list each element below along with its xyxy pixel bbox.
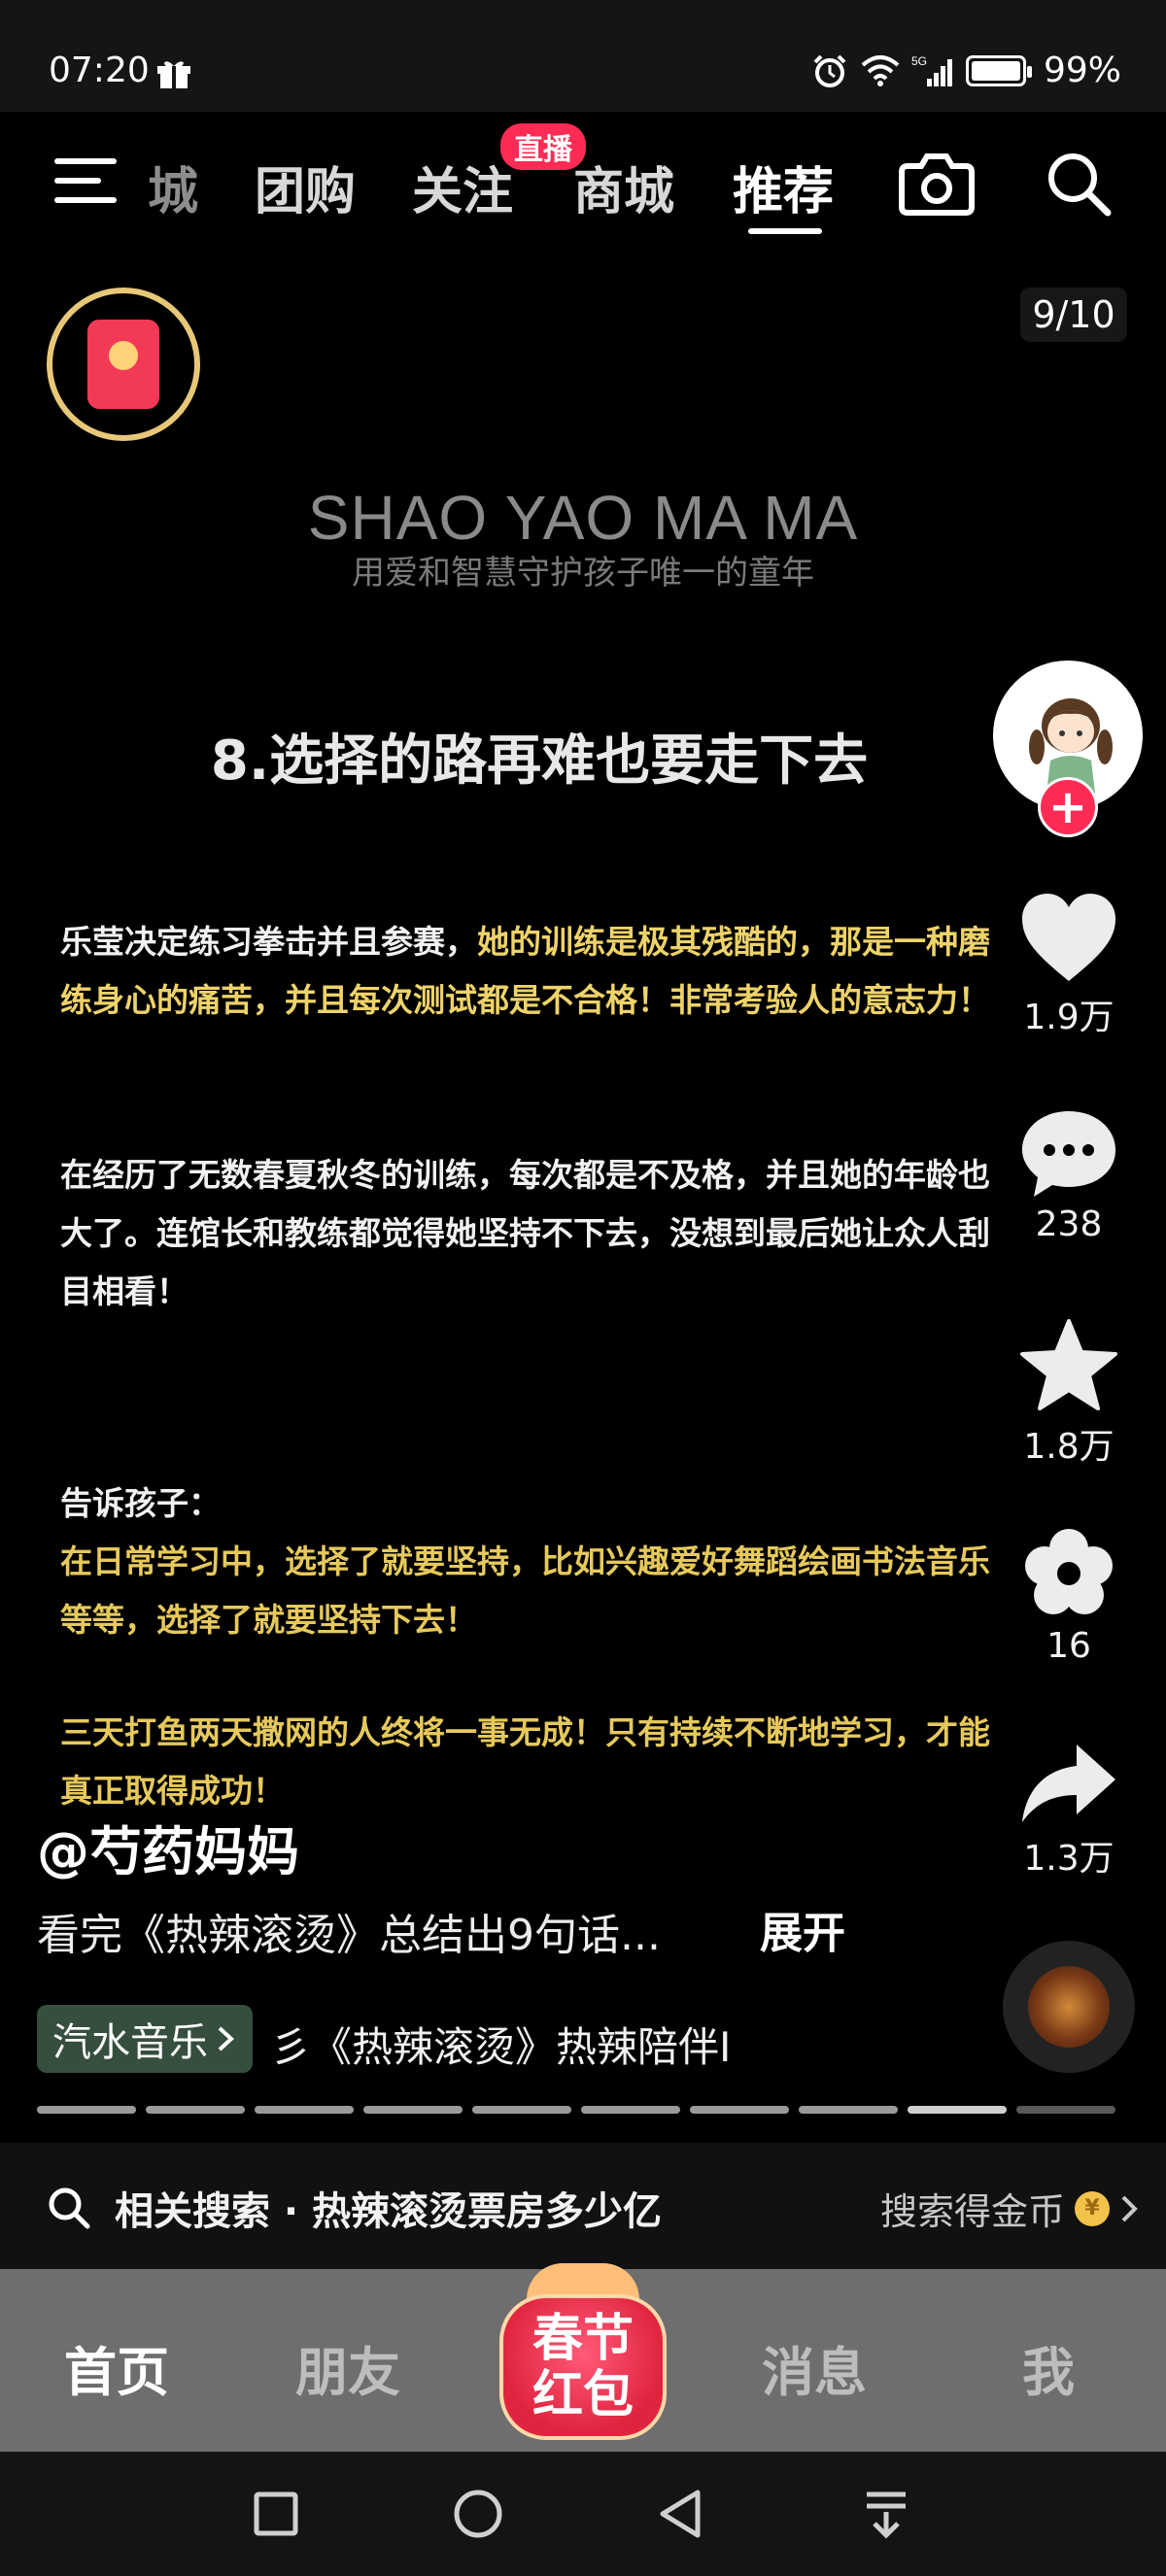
tab-home[interactable]: 首页 <box>64 2329 169 2406</box>
battery-icon <box>965 54 1032 86</box>
music-disc[interactable] <box>1003 1941 1135 2073</box>
paragraph-1-white: 乐莹决定练习拳击并且参赛， <box>60 923 477 961</box>
bottom-tab-bar: 首页 朋友 春节 红包 消息 我 <box>0 2263 1166 2452</box>
comment-button[interactable]: 238 <box>1005 1107 1133 1244</box>
active-tab-underline <box>748 228 822 234</box>
system-nav-bar <box>0 2452 1166 2576</box>
progress-indicator <box>37 2106 1115 2114</box>
tell-kids-body: 在日常学习中，选择了就要坚持，比如兴趣爱好舞蹈绘画书法音乐等等，选择了就要坚持下… <box>60 1542 990 1639</box>
share-count: 1.3万 <box>1023 1839 1115 1879</box>
paragraph-2: 在经历了无数春夏秋冬的训练，每次都是不及格，并且她的年龄也大了。连馆长和教练都觉… <box>60 1156 990 1310</box>
follow-plus-button[interactable]: + <box>1038 777 1098 837</box>
signal-icon: 5G <box>911 54 952 86</box>
video-heading: 8.选择的路再难也要走下去 <box>210 729 869 793</box>
search-icon <box>49 2187 90 2229</box>
music-marquee: 彡《热辣滚烫》热辣陪伴I <box>270 2023 732 2071</box>
status-right: 5G 99% <box>810 51 1121 90</box>
music-cover <box>1028 1966 1110 2048</box>
paragraph-1: 乐莹决定练习拳击并且参赛，她的训练是极其残酷的，那是一种磨练身心的痛苦，并且每次… <box>60 913 1003 1030</box>
status-time: 07:20 <box>49 51 150 90</box>
notification-pull-icon[interactable] <box>859 2487 913 2541</box>
related-search-text: 相关搜索 · 热辣滚烫票房多少亿 <box>115 2189 663 2234</box>
tab-mall[interactable]: 商城 <box>573 151 674 223</box>
comment-count: 238 <box>1035 1204 1103 1244</box>
search-coins-label: 搜索得金币 <box>879 2190 1065 2233</box>
favorite-count: 1.8万 <box>1023 1427 1115 1467</box>
flower-icon <box>1025 1529 1113 1614</box>
tab-partial[interactable]: 城 <box>148 151 202 223</box>
flower-count: 16 <box>1046 1626 1091 1666</box>
tab-messages[interactable]: 消息 <box>762 2329 867 2406</box>
progress-segment <box>799 2106 898 2114</box>
progress-segment <box>146 2106 245 2114</box>
video-caption: 看完《热辣滚烫》总结出9句话... <box>37 1911 661 1960</box>
progress-segment <box>37 2106 136 2114</box>
menu-icon[interactable] <box>54 158 119 211</box>
back-triangle-icon[interactable] <box>653 2487 707 2541</box>
music-tag-label: 汽水音乐 <box>52 2020 208 2065</box>
tab-friends[interactable]: 朋友 <box>295 2329 400 2406</box>
home-circle-icon[interactable] <box>451 2487 505 2541</box>
music-tag[interactable]: 汽水音乐 <box>37 2005 253 2073</box>
related-search-bar[interactable]: 相关搜索 · 热辣滚烫票房多少亿 搜索得金币 ¥ <box>0 2143 1166 2269</box>
recent-apps-icon[interactable] <box>249 2487 303 2541</box>
page-counter: 9/10 <box>1020 288 1127 342</box>
closing-paragraph: 三天打鱼两天撒网的人终将一事无成！只有持续不断地学习，才能真正取得成功！ <box>60 1713 990 1810</box>
like-button[interactable]: 1.9万 <box>1005 892 1133 1039</box>
favorite-button[interactable]: 1.8万 <box>1005 1317 1133 1469</box>
progress-segment <box>1016 2106 1115 2114</box>
tab-recommend[interactable]: 推荐 <box>733 151 834 223</box>
flower-button[interactable]: 16 <box>1005 1525 1133 1666</box>
camera-icon[interactable] <box>898 147 976 219</box>
search-icon[interactable] <box>1044 149 1114 219</box>
progress-segment <box>908 2106 1007 2114</box>
progress-segment <box>472 2106 571 2114</box>
progress-segment <box>581 2106 680 2114</box>
brand-subtitle-cn: 用爱和智慧守护孩子唯一的童年 <box>352 554 814 593</box>
progress-segment <box>255 2106 354 2114</box>
brand-title-en: SHAO YAO MA MA <box>307 483 859 553</box>
heart-icon <box>1022 894 1115 981</box>
tab-group-buy[interactable]: 团购 <box>255 151 356 223</box>
chevron-right-icon <box>1121 2195 1138 2221</box>
red-packet-icon <box>87 320 159 409</box>
status-bar: 07:20 5G 99% <box>0 0 1166 112</box>
coin-icon: ¥ <box>1075 2190 1110 2226</box>
author-name[interactable]: @芍药妈妈 <box>37 1809 299 1885</box>
spring-red-packet-label: 春节 红包 <box>499 2294 667 2440</box>
like-count: 1.9万 <box>1023 998 1115 1037</box>
progress-segment <box>363 2106 463 2114</box>
gift-icon <box>157 61 190 88</box>
comment-icon <box>1022 1111 1115 1197</box>
spring-red-packet-button[interactable]: 春节 红包 <box>486 2255 680 2450</box>
search-coins[interactable]: 搜索得金币 ¥ <box>880 2182 1139 2235</box>
top-nav: 城 团购 关注 直播 商城 推荐 <box>0 112 1166 248</box>
star-icon <box>1020 1319 1117 1410</box>
expand-button[interactable]: 展开 <box>760 1898 845 1960</box>
red-packet-widget[interactable] <box>47 288 200 441</box>
share-arrow-icon <box>1022 1745 1115 1822</box>
svg-text:5G: 5G <box>911 54 927 68</box>
progress-segment <box>690 2106 789 2114</box>
spring-label-line2: 红包 <box>532 2366 634 2424</box>
alarm-icon <box>813 54 846 87</box>
tab-me[interactable]: 我 <box>1022 2329 1075 2406</box>
chevron-right-icon <box>218 2026 234 2051</box>
spring-label-line1: 春节 <box>532 2310 634 2368</box>
share-button[interactable]: 1.3万 <box>1005 1741 1133 1881</box>
battery-percent: 99% <box>1043 51 1121 90</box>
tell-kids-title: 告诉孩子： <box>60 1484 221 1522</box>
tab-following[interactable]: 关注 <box>412 151 513 223</box>
wifi-icon <box>861 54 900 86</box>
